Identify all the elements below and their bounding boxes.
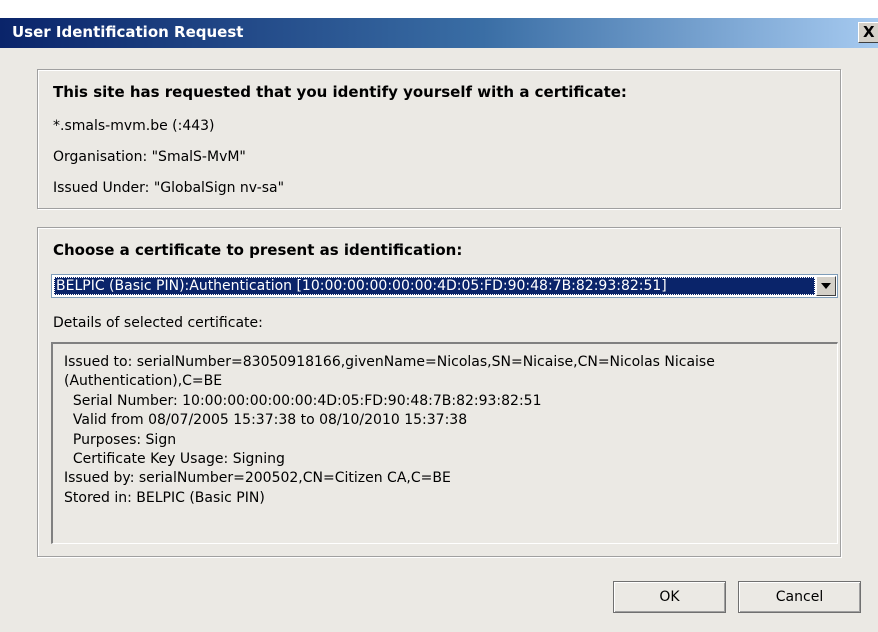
certificate-select[interactable]: BELPIC (Basic PIN):Authentication [10:00…: [51, 274, 838, 298]
details-line: Purposes: Sign: [64, 432, 177, 448]
dialog-title: User Identification Request: [12, 23, 244, 41]
details-line: Stored in: BELPIC (Basic PIN): [64, 490, 265, 506]
details-line: Issued by: serialNumber=200502,CN=Citize…: [64, 470, 451, 486]
details-line: Valid from 08/07/2005 15:37:38 to 08/10/…: [64, 412, 468, 428]
ok-button[interactable]: OK: [613, 581, 726, 613]
certificate-select-value: BELPIC (Basic PIN):Authentication [10:00…: [54, 277, 815, 295]
certificate-heading: Choose a certificate to present as ident…: [53, 241, 463, 259]
cancel-button[interactable]: Cancel: [738, 581, 861, 613]
user-identification-dialog: User Identification Request X This site …: [0, 0, 878, 632]
certificate-details-box[interactable]: Issued to: serialNumber=83050918166,give…: [51, 342, 838, 544]
top-strip: [0, 0, 878, 18]
details-line: (Authentication),C=BE: [64, 373, 223, 389]
details-line: Issued to: serialNumber=83050918166,give…: [64, 354, 715, 370]
title-bar[interactable]: User Identification Request X: [0, 18, 878, 48]
site-request-heading: This site has requested that you identif…: [53, 83, 627, 101]
details-line: Certificate Key Usage: Signing: [64, 451, 285, 467]
close-button[interactable]: X: [858, 22, 878, 43]
chevron-down-icon[interactable]: [816, 276, 836, 296]
details-label: Details of selected certificate:: [53, 315, 263, 331]
site-issued-under: Issued Under: "GlobalSign nv-sa": [53, 180, 285, 196]
site-host: *.smals-mvm.be (:443): [53, 118, 215, 134]
close-icon: X: [863, 23, 875, 41]
details-line: Serial Number: 10:00:00:00:00:00:4D:05:F…: [64, 393, 542, 409]
site-organisation: Organisation: "SmalS-MvM": [53, 149, 246, 165]
